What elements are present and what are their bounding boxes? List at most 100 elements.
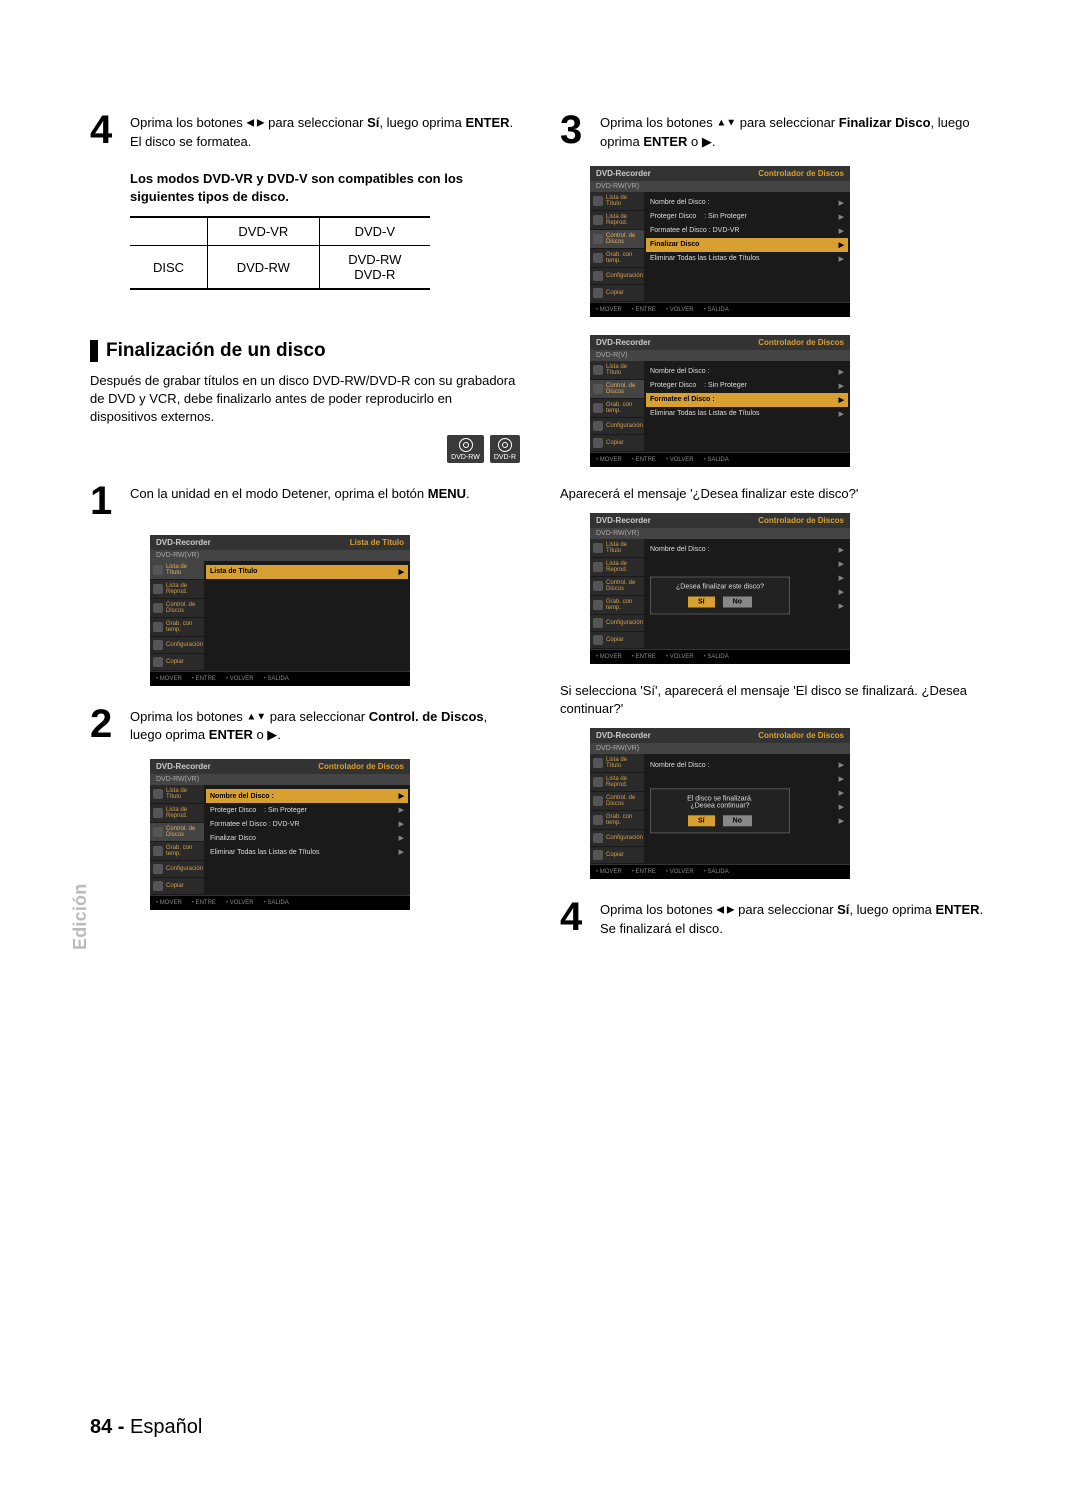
t: Eliminar Todas las Listas de Títulos xyxy=(210,849,319,856)
t: Copiar xyxy=(166,659,184,665)
t: Configuración xyxy=(166,642,203,648)
cell: DVD-VR xyxy=(208,218,320,246)
t: MOVER xyxy=(596,307,622,313)
up-down-icon: ▲▼ xyxy=(246,711,266,722)
osd-row: Nombre del Disco :▶ xyxy=(206,789,408,803)
t: ENTER xyxy=(209,727,253,742)
t: Formatee el Disco : xyxy=(650,396,715,403)
step-number: 1 xyxy=(90,481,130,521)
t: Control. de Discos xyxy=(166,602,201,614)
t: para seleccionar xyxy=(266,709,369,724)
chevron-right-icon: ▶ xyxy=(839,574,844,582)
thumb-icon xyxy=(593,777,603,787)
t: Lista de Reprod. xyxy=(166,583,201,595)
osd-row: Formatee el Disco :▶ xyxy=(646,393,848,407)
osd-body: Lista de Título Lista de Reprod. Control… xyxy=(590,754,850,864)
thumb-icon xyxy=(153,584,163,594)
page-footer: 84 - Español xyxy=(90,1416,202,1439)
thumb-icon xyxy=(153,640,163,650)
t: Control. de Discos xyxy=(369,709,484,724)
t: Lista de Título xyxy=(166,564,201,576)
t: Eliminar Todas las Listas de Títulos xyxy=(650,255,759,262)
t: Lista de Título xyxy=(606,364,641,376)
chevron-right-icon: ▶ xyxy=(399,568,404,576)
thumb-icon xyxy=(153,827,163,837)
osd-body: Lista de Título Lista de Reprod. Control… xyxy=(150,785,410,895)
step-text: Con la unidad en el modo Detener, oprima… xyxy=(130,481,470,521)
step-text: Oprima los botones ▲▼ para seleccionar F… xyxy=(600,110,990,152)
osd-titlebar: DVD-Recorder Controlador de Discos xyxy=(590,335,850,350)
right-column: 3 Oprima los botones ▲▼ para seleccionar… xyxy=(560,110,990,953)
table-bottom-rule xyxy=(130,288,430,290)
osd-screenshot-dvdrv: DVD-Recorder Controlador de Discos DVD-R… xyxy=(590,335,850,467)
t: ENTER xyxy=(643,134,687,149)
t: Lista de Título xyxy=(606,195,641,207)
t: Proteger Disco : Sin Proteger xyxy=(650,213,747,220)
t: ENTRE xyxy=(632,654,656,660)
yes-button[interactable]: Sí xyxy=(688,596,715,607)
side-item: Lista de Reprod. xyxy=(590,211,644,230)
side-item: Configuración xyxy=(590,268,644,285)
t: Control. de Discos xyxy=(606,580,641,592)
thumb-icon xyxy=(593,833,603,843)
no-button[interactable]: No xyxy=(723,816,752,827)
side-item: Copiar xyxy=(590,632,644,649)
left-right-icon: ◀ ▶ xyxy=(246,117,264,128)
t: DVD-R xyxy=(494,454,516,461)
osd-screenshot-confirm-finalize: DVD-Recorder Controlador de Discos DVD-R… xyxy=(590,513,850,664)
t: Lista de Reprod. xyxy=(166,807,201,819)
t: Controlador de Discos xyxy=(758,338,844,347)
t: Proteger Disco : Sin Proteger xyxy=(210,807,307,814)
t: Lista de Reprod. xyxy=(606,776,641,788)
page: 4 Oprima los botones ◀ ▶ para selecciona… xyxy=(0,0,1080,1013)
osd-titlebar: DVD-Recorder Controlador de Discos xyxy=(590,513,850,528)
osd-screenshot-title-list: DVD-Recorder Lista de Título DVD-RW(VR) … xyxy=(150,535,410,686)
t: DVD-Recorder xyxy=(156,538,211,547)
osd-row: Eliminar Todas las Listas de Títulos▶ xyxy=(650,407,844,421)
thumb-icon xyxy=(593,600,603,610)
no-button[interactable]: No xyxy=(723,596,752,607)
t: Grab. con temp. xyxy=(606,814,641,826)
osd-row: Nombre del Disco :▶ xyxy=(650,365,844,379)
chevron-right-icon: ▶ xyxy=(839,546,844,554)
disc-table: DVD-VR DVD-V DISC DVD-RW DVD-RW DVD-R xyxy=(130,218,430,288)
osd-footer: MOVER ENTRE VOLVER SALIDA xyxy=(590,864,850,879)
section-side-tab: Edición xyxy=(70,884,91,950)
heading-text: Finalización de un disco xyxy=(106,340,326,362)
t: Configuración xyxy=(606,835,643,841)
t: ENTER xyxy=(465,115,509,130)
t: MENU xyxy=(428,486,466,501)
t: MOVER xyxy=(596,654,622,660)
cell: DVD-V xyxy=(319,218,430,246)
t: SALIDA xyxy=(704,307,729,313)
compat-note: Los modos DVD-VR y DVD-V son compatibles… xyxy=(130,170,520,206)
osd-row: Nombre del Disco :▶ xyxy=(650,196,844,210)
side-item: Control. de Discos xyxy=(590,577,644,596)
osd-screenshot-disc-ctrl: DVD-Recorder Controlador de Discos DVD-R… xyxy=(150,759,410,910)
osd-row: Lista de Título▶ xyxy=(206,565,408,579)
chevron-right-icon: ▶ xyxy=(839,817,844,825)
thumb-icon xyxy=(593,215,603,225)
yes-button[interactable]: Sí xyxy=(688,816,715,827)
osd-row: Proteger Disco : Sin Proteger▶ xyxy=(650,379,844,393)
side-item: Copiar xyxy=(590,285,644,302)
osd-body: Lista de Título Lista de Reprod. Control… xyxy=(150,561,410,671)
dialog-buttons: Sí No xyxy=(661,816,779,827)
t: Configuración xyxy=(606,423,643,429)
t: Nombre del Disco : xyxy=(650,199,710,206)
thumb-icon xyxy=(593,758,603,768)
t: DVD-R xyxy=(354,267,395,282)
t: Oprima los botones xyxy=(600,902,716,917)
t: Controlador de Discos xyxy=(758,169,844,178)
t: Lista de Reprod. xyxy=(606,561,641,573)
t: MOVER xyxy=(596,869,622,875)
osd-titlebar: DVD-Recorder Controlador de Discos xyxy=(150,759,410,774)
thumb-icon xyxy=(593,796,603,806)
osd-row: ▶ xyxy=(650,557,844,571)
thumb-icon xyxy=(153,864,163,874)
osd-footer: MOVER ENTRE VOLVER SALIDA xyxy=(590,302,850,317)
t: Nombre del Disco : xyxy=(650,762,710,769)
dialog-text: El disco se finalizará. xyxy=(661,796,779,803)
t: Proteger Disco xyxy=(650,213,696,220)
t: , luego oprima xyxy=(849,902,935,917)
